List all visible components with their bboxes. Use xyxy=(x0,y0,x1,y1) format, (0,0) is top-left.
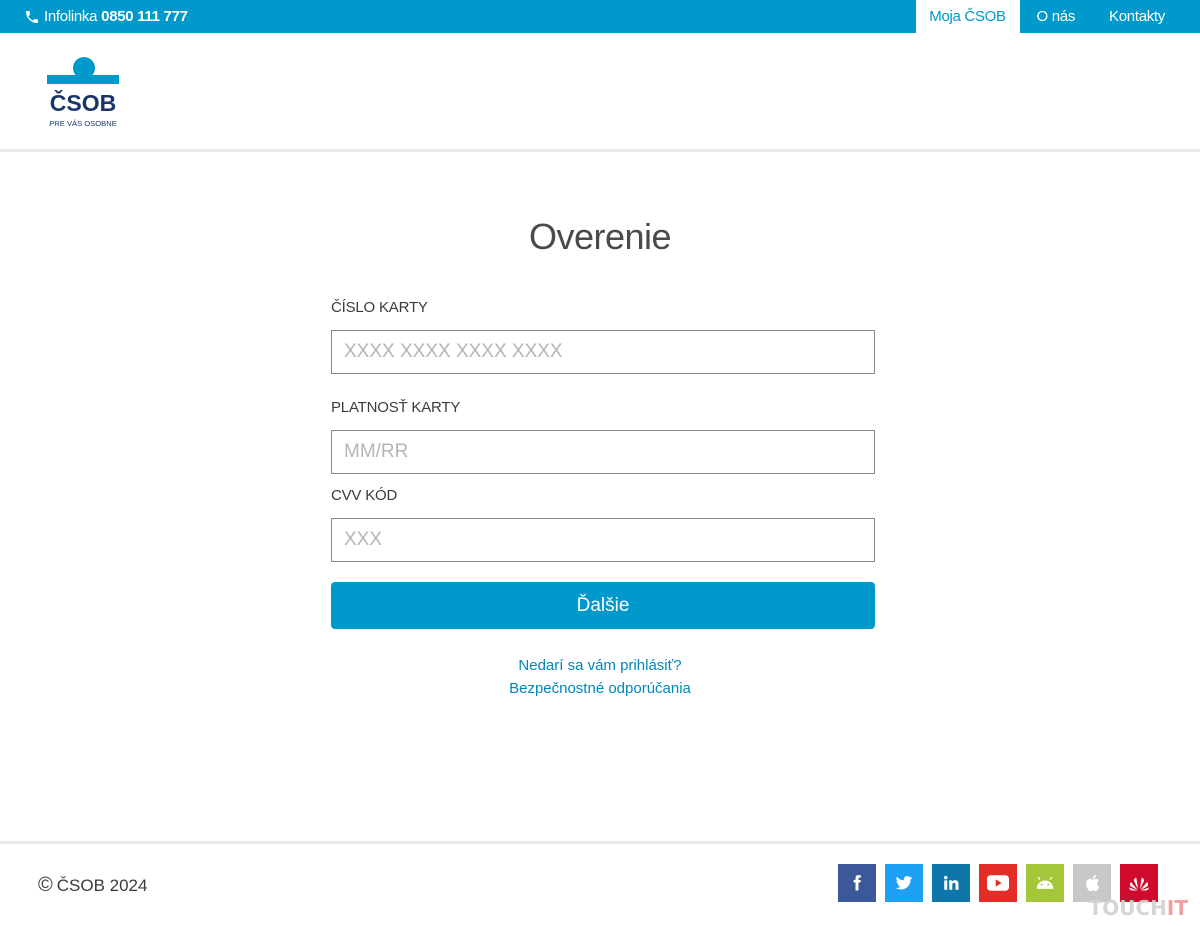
card-expiry-label: PLATNOSŤ KARTY xyxy=(331,399,461,416)
logo-name: ČSOB xyxy=(50,89,116,116)
logo-tagline: PRE VÁS OSOBNE xyxy=(49,119,117,128)
linkedin-icon xyxy=(944,875,959,890)
huawei-icon xyxy=(1129,877,1149,891)
phone-icon xyxy=(26,10,38,23)
nav-kontakty[interactable]: Kontakty xyxy=(1092,0,1182,33)
card-number-label: ČÍSLO KARTY xyxy=(331,299,428,316)
linkedin-button[interactable] xyxy=(932,864,970,902)
cvv-label: CVV KÓD xyxy=(331,487,398,504)
security-recommendations-link[interactable]: Bezpečnostné odporúčania xyxy=(0,677,1200,700)
top-bar: Infolinka 0850 111 777 Moja ČSOB O nás K… xyxy=(0,0,1200,33)
facebook-button[interactable] xyxy=(838,864,876,902)
youtube-button[interactable] xyxy=(979,864,1017,902)
youtube-icon xyxy=(987,875,1009,891)
card-expiry-input[interactable] xyxy=(331,430,875,474)
watermark-it: IT xyxy=(1166,896,1188,920)
next-button[interactable]: Ďalšie xyxy=(331,582,875,629)
page-title: Overenie xyxy=(528,216,672,257)
cvv-input[interactable] xyxy=(331,518,875,562)
header: ČSOB PRE VÁS OSOBNE xyxy=(0,33,1200,152)
infoline[interactable]: Infolinka 0850 111 777 xyxy=(24,0,188,33)
android-button[interactable] xyxy=(1026,864,1064,902)
watermark: TOUCHIT xyxy=(1089,896,1188,920)
watermark-touch: TOUCH xyxy=(1088,896,1167,920)
footer: © ČSOB 2024 TOUCHIT xyxy=(0,841,1200,926)
android-icon xyxy=(1036,876,1054,889)
apple-icon xyxy=(1086,875,1100,892)
nav-moja-csob[interactable]: Moja ČSOB xyxy=(915,0,1020,33)
copyright: © ČSOB 2024 xyxy=(38,874,147,897)
twitter-icon xyxy=(895,876,913,890)
nav-o-nas[interactable]: O nás xyxy=(1020,0,1093,33)
twitter-button[interactable] xyxy=(885,864,923,902)
copyright-text: ČSOB 2024 xyxy=(56,875,148,895)
login-problem-link[interactable]: Nedarí sa vám prihlásiť? xyxy=(0,654,1200,677)
facebook-icon xyxy=(853,875,861,891)
copyright-icon: © xyxy=(38,874,53,896)
help-links: Nedarí sa vám prihlásiť? Bezpečnostné od… xyxy=(0,654,1200,700)
card-number-input[interactable] xyxy=(331,330,875,374)
infoline-number[interactable]: 0850 111 777 xyxy=(101,8,188,25)
top-nav: Moja ČSOB O nás Kontakty xyxy=(915,0,1183,33)
csob-logo[interactable]: ČSOB PRE VÁS OSOBNE xyxy=(47,55,123,129)
infoline-label: Infolinka xyxy=(44,8,98,25)
